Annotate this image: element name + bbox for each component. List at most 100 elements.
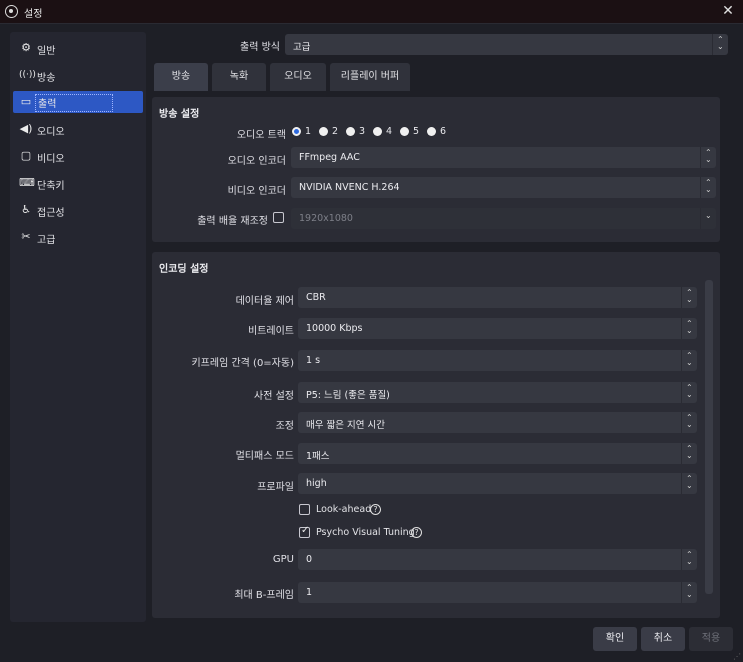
rescale-checkbox[interactable] [273,212,284,223]
speaker-icon: ◀) [19,122,33,135]
rate-control-value: CBR [306,292,326,303]
max-bframes-value: 1 [306,587,313,598]
gpu-spinbox[interactable]: 0 [298,549,697,570]
broadcast-icon: ((·)) [19,70,36,80]
resize-grip-icon[interactable]: ⋰ [733,652,741,661]
sidebar-item-label: 출력 [35,94,114,112]
broadcast-settings-title: 방송 설정 [159,109,200,120]
settings-sidebar: ⚙ 일반 ((·)) 방송 ▭ 출력 ◀) 오디오 ▢ 비디오 ⌨ 단축키 ♿ … [10,32,146,622]
output-mode-select[interactable]: 고급 [285,34,728,55]
bitrate-spinbox[interactable]: 10000 Kbps [298,318,697,339]
video-encoder-select[interactable]: NVIDIA NVENC H.264 [291,177,716,198]
bitrate-value: 10000 Kbps [306,323,363,334]
updown-chevron-icon [681,473,697,494]
keyframe-interval-label: 키프레임 간격 (0=자동) [191,358,294,369]
updown-chevron-icon [681,382,697,403]
close-icon[interactable]: ✕ [719,2,737,20]
audio-track-option-label: 3 [359,126,366,137]
preset-select[interactable]: P5: 느림 (좋은 품질) [298,382,697,403]
profile-label: 프로파일 [257,482,294,493]
spin-arrows-icon[interactable] [681,350,697,371]
tab-replay-buffer[interactable]: 리플레이 버퍼 [330,63,410,91]
audio-track-option-label: 6 [440,126,447,137]
spin-arrows-icon[interactable] [681,318,697,339]
updown-chevron-icon [681,412,697,433]
tuning-select[interactable]: 매우 짧은 지연 시간 [298,412,697,433]
sidebar-item-label: 오디오 [37,127,65,138]
encoding-settings-title: 인코딩 설정 [159,264,209,275]
tab-recording[interactable]: 녹화 [212,63,266,91]
audio-track-option-label: 4 [386,126,393,137]
output-icon: ▭ [20,95,32,108]
obs-logo-icon [5,5,18,18]
audio-track-radio-1[interactable] [292,127,301,136]
sidebar-item-video[interactable]: ▢ 비디오 [13,145,143,167]
keyframe-interval-spinbox[interactable]: 1 s [298,350,697,371]
sidebar-item-label: 비디오 [37,154,65,165]
multipass-select[interactable]: 1패스 [298,443,697,464]
chevron-down-icon [700,208,716,229]
sidebar-item-advanced[interactable]: ✂ 고급 [13,226,143,248]
psycho-visual-tuning-checkbox[interactable] [299,525,310,538]
audio-track-label: 오디오 트랙 [236,130,286,141]
updown-chevron-icon [681,443,697,464]
psycho-visual-tuning-label: Psycho Visual Tuning [316,527,415,538]
monitor-icon: ▢ [20,149,32,162]
gear-icon: ⚙ [21,41,31,54]
tab-audio[interactable]: 오디오 [270,63,326,91]
sidebar-item-label: 접근성 [37,208,65,219]
keyframe-interval-value: 1 s [306,355,321,366]
sidebar-item-accessibility[interactable]: ♿ 접근성 [13,199,143,221]
sidebar-item-label: 일반 [37,46,56,57]
title-bar: 설정 ✕ [0,0,743,24]
video-encoder-label: 비디오 인코더 [227,186,286,197]
rescale-resolution-select[interactable]: 1920x1080 [291,208,716,229]
audio-track-radio-4[interactable] [373,127,382,136]
gpu-label: GPU [272,554,294,565]
accessibility-icon: ♿ [21,203,31,216]
lookahead-label: Look-ahead [316,504,372,515]
help-icon[interactable]: ? [370,504,381,515]
lookahead-checkbox[interactable] [299,504,310,515]
encoding-scrollbar[interactable] [705,280,713,594]
updown-chevron-icon [712,34,728,55]
rate-control-select[interactable]: CBR [298,287,697,308]
keyboard-icon: ⌨ [19,176,35,189]
multipass-label: 멀티패스 모드 [235,451,294,462]
max-bframes-spinbox[interactable]: 1 [298,582,697,603]
sidebar-item-stream[interactable]: ((·)) 방송 [13,64,143,86]
apply-button[interactable]: 적용 [689,627,733,651]
gpu-value: 0 [306,554,313,565]
tools-icon: ✂ [21,230,31,243]
audio-track-radio-3[interactable] [346,127,355,136]
sidebar-item-audio[interactable]: ◀) 오디오 [13,118,143,140]
audio-encoder-value: FFmpeg AAC [299,152,360,163]
cancel-button[interactable]: 취소 [641,627,685,651]
audio-track-radio-5[interactable] [400,127,409,136]
ok-button[interactable]: 확인 [593,627,637,651]
audio-track-option-label: 2 [332,126,339,137]
audio-track-radio-6[interactable] [427,127,436,136]
spin-arrows-icon[interactable] [681,549,697,570]
multipass-value: 1패스 [306,451,330,462]
output-mode-label: 출력 방식 [240,42,280,53]
updown-chevron-icon [681,287,697,308]
profile-select[interactable]: high [298,473,697,494]
audio-track-option-label: 5 [413,126,420,137]
rescale-label: 출력 배율 재조정 [197,216,268,227]
sidebar-item-hotkeys[interactable]: ⌨ 단축키 [13,172,143,194]
updown-chevron-icon [700,177,716,198]
max-bframes-label: 최대 B-프레임 [234,590,294,601]
audio-encoder-select[interactable]: FFmpeg AAC [291,147,716,168]
sidebar-item-output[interactable]: ▭ 출력 [13,91,143,113]
tab-stream[interactable]: 방송 [154,63,208,91]
sidebar-item-general[interactable]: ⚙ 일반 [13,37,143,59]
preset-label: 사전 설정 [254,391,294,402]
sidebar-item-label: 단축키 [37,181,65,192]
help-icon[interactable]: ? [411,527,422,538]
updown-chevron-icon [700,147,716,168]
output-mode-value: 고급 [293,42,311,53]
spin-arrows-icon[interactable] [681,582,697,603]
tuning-label: 조정 [275,421,294,432]
audio-track-radio-2[interactable] [319,127,328,136]
